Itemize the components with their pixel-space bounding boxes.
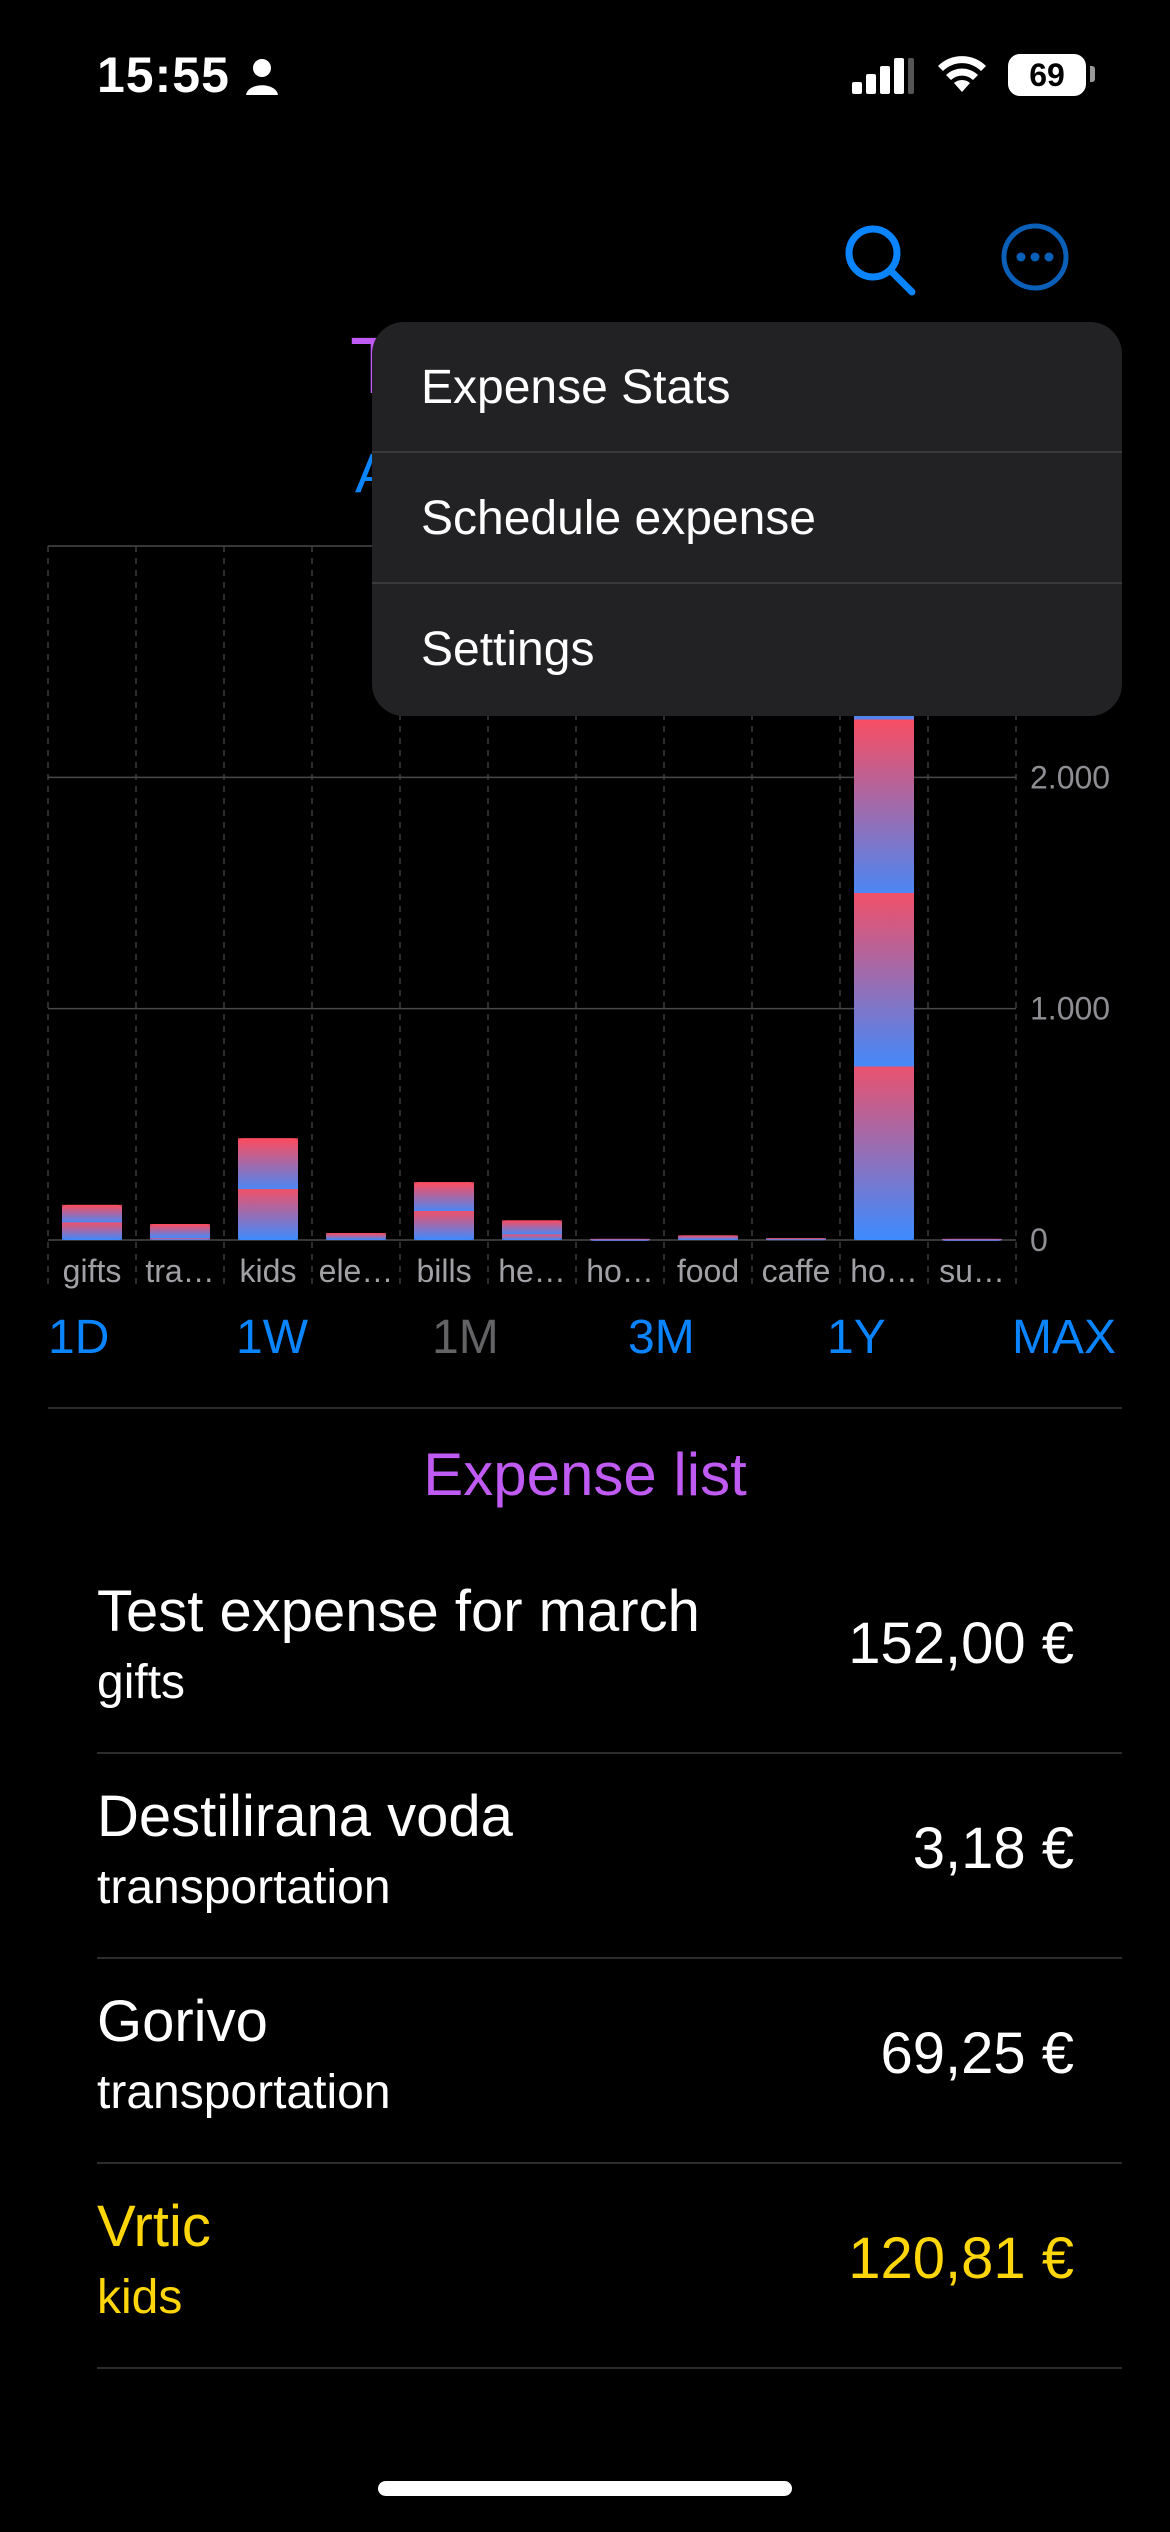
- expense-name: Test expense for march: [97, 1579, 700, 1644]
- chart-bar: [590, 1238, 650, 1241]
- chart-bar-segment: [590, 1238, 650, 1240]
- expense-name: Vrtic: [97, 2194, 211, 2259]
- home-indicator[interactable]: [378, 2481, 792, 2496]
- chart-bar: [62, 1204, 122, 1240]
- section-divider: [48, 1407, 1122, 1409]
- chart-bar: [502, 1220, 562, 1240]
- chart-bar-segment: [942, 1238, 1002, 1240]
- chart-bar-segment: [414, 1211, 474, 1240]
- battery-nub: [1090, 66, 1095, 82]
- chart-bar: [766, 1238, 826, 1241]
- chart-bar-segment: [854, 1066, 914, 1240]
- x-category-label: ele…: [319, 1253, 394, 1289]
- time-range-selector: 1D 1W 1M 3M 1Y MAX: [0, 1310, 1170, 1390]
- expense-category: kids: [97, 2271, 183, 2324]
- range-1w[interactable]: 1W: [236, 1310, 308, 1365]
- expense-amount: 152,00 €: [848, 1611, 1074, 1676]
- chart-bar-segment: [854, 719, 914, 893]
- range-1y[interactable]: 1Y: [827, 1310, 886, 1365]
- x-category-label: ho…: [850, 1253, 918, 1289]
- chart-bar-segment: [150, 1224, 210, 1239]
- expense-row[interactable]: Vrtic kids 120,81 €: [97, 2165, 1122, 2369]
- range-3m[interactable]: 3M: [628, 1310, 695, 1365]
- x-category-label: ho…: [586, 1253, 654, 1289]
- expense-row[interactable]: Gorivo transportation 69,25 €: [97, 1960, 1122, 2164]
- x-category-label: food: [677, 1253, 739, 1289]
- expense-list-title: Expense list: [423, 1441, 747, 1508]
- chart-bar-segment: [678, 1235, 738, 1240]
- chart-bar-segment: [62, 1222, 122, 1240]
- chart-bar-segment: [414, 1182, 474, 1212]
- chart-bar: [678, 1235, 738, 1240]
- battery-indicator: 69: [1008, 54, 1086, 96]
- chart-bar: [238, 1138, 298, 1240]
- range-max[interactable]: MAX: [1012, 1310, 1116, 1365]
- chart-bar-segment: [766, 1238, 826, 1240]
- x-category-label: he…: [498, 1253, 566, 1289]
- x-category-label: bills: [416, 1253, 471, 1289]
- y-tick-label: 0: [1030, 1222, 1048, 1258]
- chart-bar-segment: [502, 1220, 562, 1235]
- expense-category: gifts: [97, 1656, 186, 1709]
- chart-bar: [326, 1233, 386, 1240]
- expense-row[interactable]: Destilirana voda transportation 3,18 €: [97, 1755, 1122, 1959]
- menu-item-settings[interactable]: Settings: [372, 584, 1122, 715]
- chart-bar-segment: [238, 1138, 298, 1190]
- expense-category: transportation: [97, 1861, 391, 1914]
- chart-bar-segment: [238, 1189, 298, 1240]
- menu-item-schedule-expense[interactable]: Schedule expense: [372, 453, 1122, 584]
- chart-bar-segment: [854, 893, 914, 1067]
- x-category-label: gifts: [63, 1253, 122, 1289]
- x-category-label: kids: [240, 1253, 297, 1289]
- wifi-icon: [938, 56, 986, 92]
- y-tick-label: 1.000: [1030, 991, 1110, 1027]
- chart-bar-segment: [326, 1233, 386, 1240]
- more-options-icon[interactable]: [1000, 222, 1070, 292]
- expense-category: transportation: [97, 2066, 391, 2119]
- cellular-signal-icon: [852, 58, 914, 94]
- search-icon[interactable]: [840, 220, 920, 300]
- options-menu: Expense Stats Schedule expense Settings: [372, 322, 1122, 716]
- menu-item-expense-stats[interactable]: Expense Stats: [372, 322, 1122, 453]
- person-icon: [246, 59, 278, 95]
- chart-bar: [942, 1238, 1002, 1241]
- expense-name: Destilirana voda: [97, 1784, 513, 1849]
- expense-amount: 120,81 €: [848, 2226, 1074, 2291]
- expense-name: Gorivo: [97, 1989, 268, 2054]
- range-1m[interactable]: 1M: [432, 1310, 499, 1365]
- chart-bar-segment: [502, 1234, 562, 1240]
- chart-bar-segment: [62, 1204, 122, 1223]
- expense-row[interactable]: Test expense for march gifts 152,00 €: [97, 1550, 1122, 1754]
- chart-bar-segment: [150, 1238, 210, 1240]
- range-1d[interactable]: 1D: [48, 1310, 109, 1365]
- expense-amount: 69,25 €: [880, 2021, 1074, 2086]
- x-category-label: tra…: [145, 1253, 214, 1289]
- x-category-label: su…: [939, 1253, 1005, 1289]
- x-category-label: caffe: [762, 1253, 831, 1289]
- y-tick-label: 2.000: [1030, 759, 1110, 795]
- status-time: 15:55: [97, 47, 230, 103]
- expense-amount: 3,18 €: [912, 1816, 1074, 1881]
- chart-bar: [414, 1182, 474, 1240]
- chart-bar: [150, 1224, 210, 1240]
